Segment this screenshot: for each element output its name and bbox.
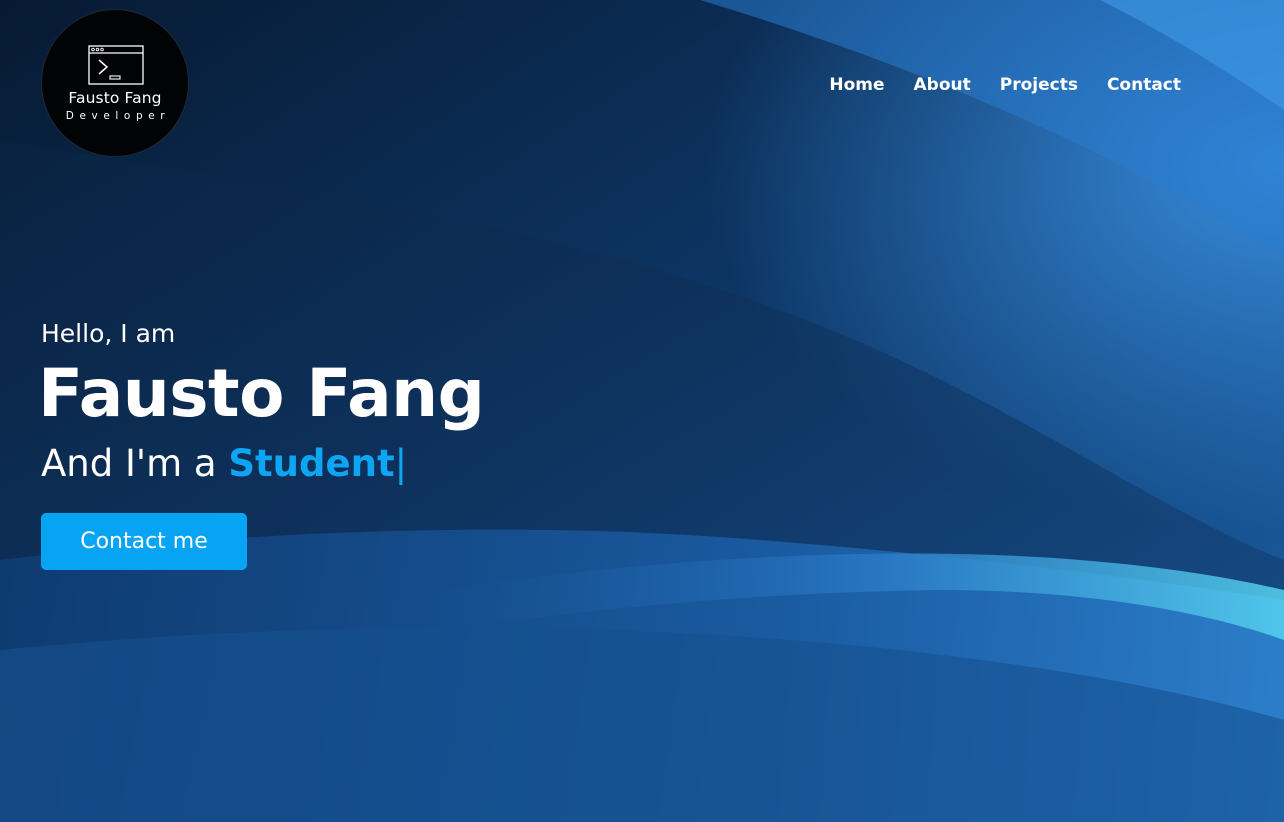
hero-role-prefix: And I'm a [41, 442, 229, 485]
logo-role: Developer [65, 110, 171, 122]
hero-greeting: Hello, I am [41, 319, 176, 348]
contact-me-button[interactable]: Contact me [41, 513, 247, 570]
typing-cursor: | [394, 442, 408, 485]
logo-name: Fausto Fang [68, 89, 162, 107]
hero-name: Fausto Fang [38, 355, 485, 432]
nav-about-link[interactable]: About [914, 75, 971, 95]
hero-role-word: Student [228, 442, 395, 485]
site-logo[interactable]: Fausto Fang Developer [41, 9, 189, 157]
nav-projects-link[interactable]: Projects [1000, 75, 1078, 95]
terminal-window-icon [88, 45, 144, 85]
nav-contact-link[interactable]: Contact [1107, 75, 1181, 95]
hero-role-line: And I'm a Student| [41, 442, 407, 485]
main-nav: Home About Projects Contact [800, 75, 1181, 95]
hero-page: Fausto Fang Developer Home About Project… [0, 0, 1284, 822]
nav-home-link[interactable]: Home [829, 75, 884, 95]
